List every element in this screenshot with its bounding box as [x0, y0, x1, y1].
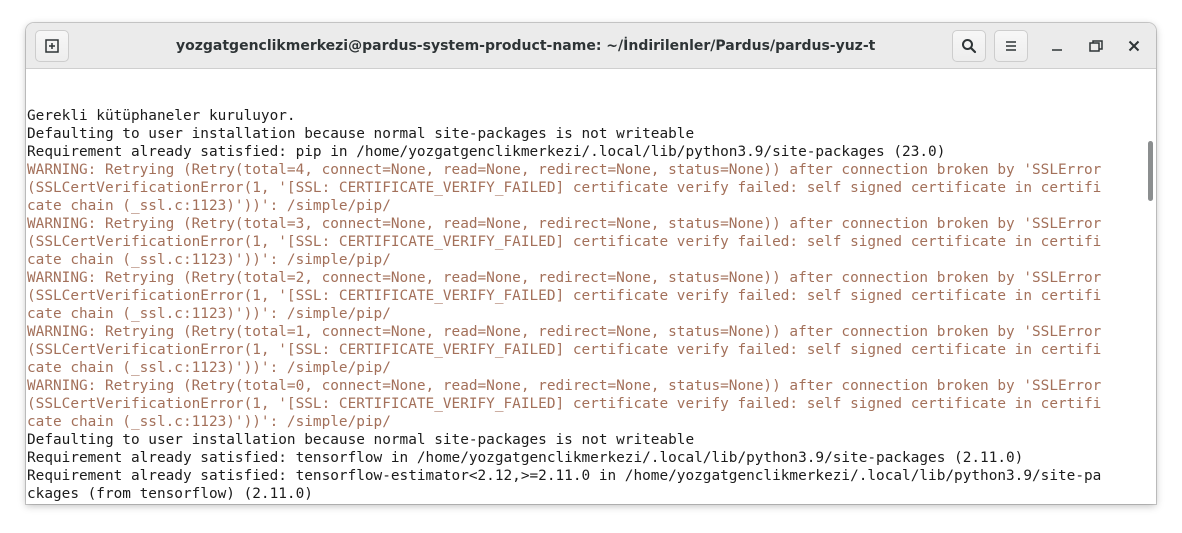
- maximize-button[interactable]: [1080, 30, 1112, 62]
- output-line: Gerekli kütüphaneler kuruluyor.: [27, 108, 296, 124]
- warning-line: WARNING: Retrying (Retry(total=4, connec…: [27, 162, 1102, 178]
- close-button[interactable]: [1118, 30, 1150, 62]
- warning-line: cate chain (_ssl.c:1123)'))': /simple/pi…: [27, 306, 391, 322]
- warning-line: WARNING: Retrying (Retry(total=3, connec…: [27, 216, 1102, 232]
- headerbar: yozgatgenclikmerkezi@pardus-system-produ…: [26, 23, 1156, 69]
- terminal-window: yozgatgenclikmerkezi@pardus-system-produ…: [26, 23, 1156, 504]
- warning-line: WARNING: Retrying (Retry(total=2, connec…: [27, 270, 1102, 286]
- warning-line: WARNING: Retrying (Retry(total=1, connec…: [27, 324, 1102, 340]
- minimize-icon: [1052, 49, 1062, 51]
- warning-line: WARNING: Retrying (Retry(total=0, connec…: [27, 378, 1102, 394]
- warning-line: (SSLCertVerificationError(1, '[SSL: CERT…: [27, 234, 1102, 250]
- window-title: yozgatgenclikmerkezi@pardus-system-produ…: [176, 38, 876, 54]
- warning-line: cate chain (_ssl.c:1123)'))': /simple/pi…: [27, 252, 391, 268]
- output-line: Requirement already satisfied: tensorflo…: [27, 450, 1024, 466]
- warning-line: (SSLCertVerificationError(1, '[SSL: CERT…: [27, 342, 1102, 358]
- warning-line: cate chain (_ssl.c:1123)'))': /simple/pi…: [27, 198, 391, 214]
- hamburger-menu-icon: [1006, 41, 1016, 51]
- warning-line: cate chain (_ssl.c:1123)'))': /simple/pi…: [27, 414, 391, 430]
- warning-line: (SSLCertVerificationError(1, '[SSL: CERT…: [27, 180, 1102, 196]
- output-line: Requirement already satisfied: pip in /h…: [27, 144, 946, 160]
- warning-line: (SSLCertVerificationError(1, '[SSL: CERT…: [27, 396, 1102, 412]
- output-line: Defaulting to user installation because …: [27, 432, 695, 448]
- minimize-button[interactable]: [1041, 30, 1073, 62]
- warning-line: cate chain (_ssl.c:1123)'))': /simple/pi…: [27, 360, 391, 376]
- menu-button[interactable]: [994, 30, 1028, 62]
- scrollbar-thumb[interactable]: [1148, 141, 1153, 201]
- new-tab-button[interactable]: [35, 30, 69, 62]
- terminal-text: Gerekli kütüphaneler kuruluyor. Defaultin…: [27, 107, 1101, 503]
- maximize-icon: [1089, 40, 1103, 52]
- close-icon: [1128, 40, 1140, 52]
- warning-line: (SSLCertVerificationError(1, '[SSL: CERT…: [27, 288, 1102, 304]
- scrollbar[interactable]: [1144, 69, 1156, 504]
- output-line: Defaulting to user installation because …: [27, 126, 695, 142]
- search-button[interactable]: [952, 30, 986, 62]
- output-line: Requirement already satisfied: tensorflo…: [27, 468, 1102, 484]
- search-icon: [962, 39, 977, 54]
- terminal-output[interactable]: Gerekli kütüphaneler kuruluyor. Defaultin…: [26, 69, 1144, 504]
- new-tab-icon: [45, 39, 59, 53]
- output-line: ckages (from tensorflow) (2.11.0): [27, 486, 313, 502]
